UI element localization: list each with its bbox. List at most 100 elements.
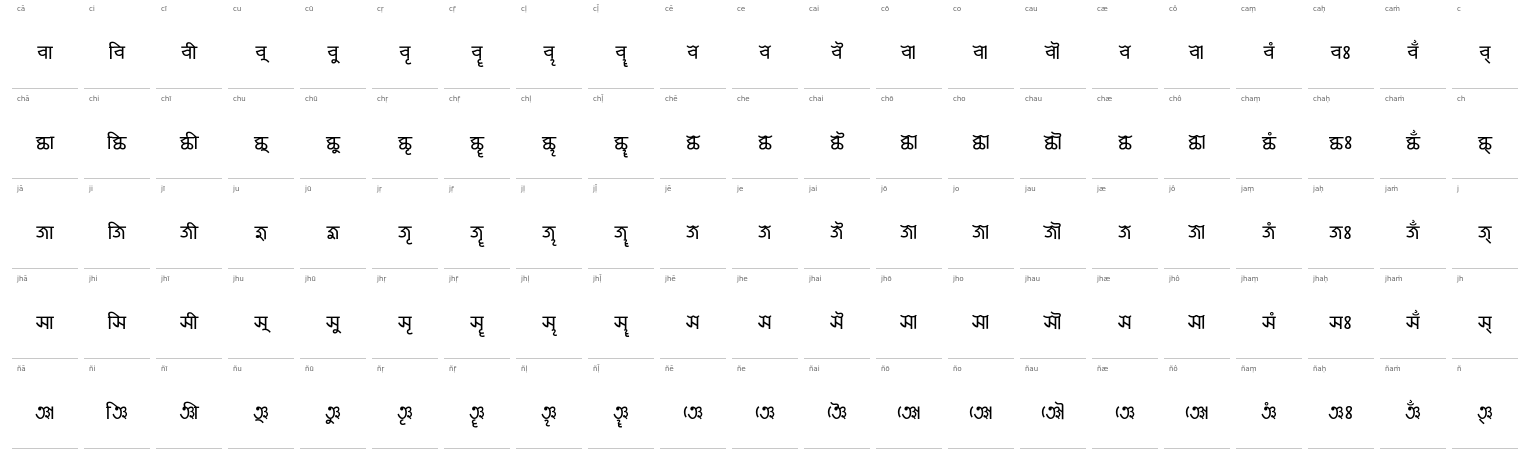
cell-divider bbox=[372, 448, 438, 449]
glyph-cell: jaḥ 𑐖𑑅 bbox=[1308, 180, 1374, 270]
glyph-char: 𑐘𑐾 bbox=[1114, 400, 1136, 424]
glyph-char: 𑐕𑐼 bbox=[541, 130, 557, 154]
glyph-cell: jhaṃ 𑐗𑑄 bbox=[1236, 270, 1302, 360]
glyph-label: jō bbox=[881, 185, 888, 193]
glyph-label: jhḹ bbox=[593, 275, 602, 283]
glyph-label: jau bbox=[1025, 185, 1036, 193]
glyph-char: 𑐔𑐶 bbox=[108, 40, 126, 64]
glyph-cell: jhī 𑐗𑐷 bbox=[156, 270, 222, 360]
cell-divider bbox=[1020, 268, 1086, 269]
glyph-label: jhī bbox=[161, 275, 170, 283]
glyph-cell: jhe 𑐗𑐾 bbox=[732, 270, 798, 360]
glyph-char: 𑐗𑐺 bbox=[398, 310, 412, 334]
glyph-cell: je 𑐖𑐾 bbox=[732, 180, 798, 270]
glyph-char: 𑐖𑐶 bbox=[108, 220, 126, 244]
glyph-label: ji bbox=[89, 185, 93, 193]
glyph-char: 𑐔𑑁 bbox=[1045, 40, 1061, 64]
glyph-char: 𑐕𑑂 bbox=[1477, 130, 1493, 154]
cell-divider bbox=[588, 88, 654, 89]
cell-divider bbox=[1092, 178, 1158, 179]
glyph-cell: chi 𑐕𑐶 bbox=[84, 90, 150, 180]
glyph-label: ñaṁ bbox=[1385, 365, 1401, 373]
glyph-label: ñṛ bbox=[377, 365, 385, 373]
glyph-char: 𑐖𑑀 bbox=[972, 220, 990, 244]
cell-divider bbox=[1452, 358, 1518, 359]
glyph-char: 𑐘𑑃 bbox=[1405, 400, 1421, 424]
glyph-char: 𑐗𑐾 bbox=[758, 310, 772, 334]
glyph-cell: jai 𑐖𑐿 bbox=[804, 180, 870, 270]
glyph-label: jhē bbox=[665, 275, 676, 283]
glyph-char: 𑐕𑑃 bbox=[1405, 130, 1421, 154]
glyph-char: 𑐗𑐹 bbox=[326, 310, 340, 334]
glyph-cell: jū 𑐖𑐹 bbox=[300, 180, 366, 270]
glyph-char: 𑐔𑐷 bbox=[181, 40, 197, 64]
glyph-cell: ñi 𑐘𑐶 bbox=[84, 360, 150, 450]
glyph-label: j bbox=[1457, 185, 1459, 193]
cell-divider bbox=[444, 358, 510, 359]
cell-divider bbox=[732, 88, 798, 89]
glyph-cell: chaḥ 𑐕𑑅 bbox=[1308, 90, 1374, 180]
glyph-char: 𑐔𑑀 bbox=[1189, 40, 1205, 64]
cell-divider bbox=[1452, 448, 1518, 449]
glyph-cell: ñḹ 𑐘𑐽 bbox=[588, 360, 654, 450]
cell-divider bbox=[516, 88, 582, 89]
glyph-label: jhṛ bbox=[377, 275, 387, 283]
glyph-label: chai bbox=[809, 95, 824, 103]
glyph-label: ñaṃ bbox=[1241, 365, 1257, 373]
glyph-char: 𑐔𑑃 bbox=[1407, 40, 1419, 64]
glyph-label: ñe bbox=[737, 365, 746, 373]
glyph-label: ñū bbox=[305, 365, 314, 373]
cell-divider bbox=[948, 88, 1014, 89]
glyph-label: chō bbox=[881, 95, 894, 103]
glyph-cell: jō 𑐖𑑀 bbox=[876, 180, 942, 270]
cell-divider bbox=[12, 178, 78, 179]
cell-divider bbox=[1020, 358, 1086, 359]
glyph-cell: chaṁ 𑐕𑑃 bbox=[1380, 90, 1446, 180]
glyph-cell: jh 𑐗𑑂 bbox=[1452, 270, 1518, 360]
glyph-label: chē bbox=[665, 95, 678, 103]
cell-divider bbox=[300, 178, 366, 179]
glyph-char: 𑐘𑐿 bbox=[826, 400, 848, 424]
glyph-char: 𑐗𑑂 bbox=[1478, 310, 1492, 334]
glyph-label: ñḹ bbox=[593, 365, 600, 373]
glyph-char: 𑐗𑑀 bbox=[900, 310, 918, 334]
glyph-cell: j 𑐖𑑂 bbox=[1452, 180, 1518, 270]
glyph-cell: cā 𑐔𑐵 bbox=[12, 0, 78, 90]
glyph-label: jū bbox=[305, 185, 312, 193]
glyph-cell: co 𑐔𑑀 bbox=[948, 0, 1014, 90]
glyph-char: 𑐖𑑂 bbox=[1478, 220, 1492, 244]
glyph-char: 𑐔𑑀 bbox=[901, 40, 917, 64]
cell-divider bbox=[372, 358, 438, 359]
glyph-char: 𑐘𑐷 bbox=[179, 400, 199, 424]
glyph-label: cṛ bbox=[377, 5, 384, 13]
glyph-row: jā 𑐖𑐵 ji 𑐖𑐶 jī 𑐖𑐷 ju 𑐖𑐸 jū 𑐖𑐹 jṛ 𑐖𑐺 jṝ 𑐖𑐻 jḷ 𑐖𑐼 jḹ 𑐖𑐽 jē 𑐖𑐾… bbox=[0, 180, 1526, 270]
glyph-label: jhṝ bbox=[449, 275, 459, 283]
glyph-label: jhô bbox=[1169, 275, 1180, 283]
glyph-cell: caṁ 𑐔𑑃 bbox=[1380, 0, 1446, 90]
glyph-label: ce bbox=[737, 5, 746, 13]
cell-divider bbox=[804, 358, 870, 359]
glyph-cell: chai 𑐕𑐿 bbox=[804, 90, 870, 180]
glyph-label: chi bbox=[89, 95, 100, 103]
cell-divider bbox=[228, 358, 294, 359]
glyph-cell: jhaḥ 𑐗𑑅 bbox=[1308, 270, 1374, 360]
glyph-label: ñaḥ bbox=[1313, 365, 1327, 373]
glyph-label: chaṃ bbox=[1241, 95, 1261, 103]
cell-divider bbox=[12, 448, 78, 449]
glyph-cell: jhaṁ 𑐗𑑃 bbox=[1380, 270, 1446, 360]
cell-divider bbox=[516, 268, 582, 269]
glyph-label: jhaṁ bbox=[1385, 275, 1403, 283]
cell-divider bbox=[1308, 358, 1374, 359]
glyph-cell: ñaḥ 𑐘𑑅 bbox=[1308, 360, 1374, 450]
glyph-label: je bbox=[737, 185, 744, 193]
glyph-char: 𑐖𑑀 bbox=[900, 220, 918, 244]
glyph-char: 𑐖𑐾 bbox=[758, 220, 772, 244]
glyph-cell: chṝ 𑐕𑐻 bbox=[444, 90, 510, 180]
glyph-char: 𑐔𑐾 bbox=[687, 40, 699, 64]
cell-divider bbox=[444, 268, 510, 269]
cell-divider bbox=[1092, 448, 1158, 449]
glyph-label: cau bbox=[1025, 5, 1038, 13]
glyph-char: 𑐘𑐺 bbox=[397, 400, 413, 424]
cell-divider bbox=[1308, 448, 1374, 449]
glyph-char: 𑐖𑐽 bbox=[614, 220, 628, 244]
